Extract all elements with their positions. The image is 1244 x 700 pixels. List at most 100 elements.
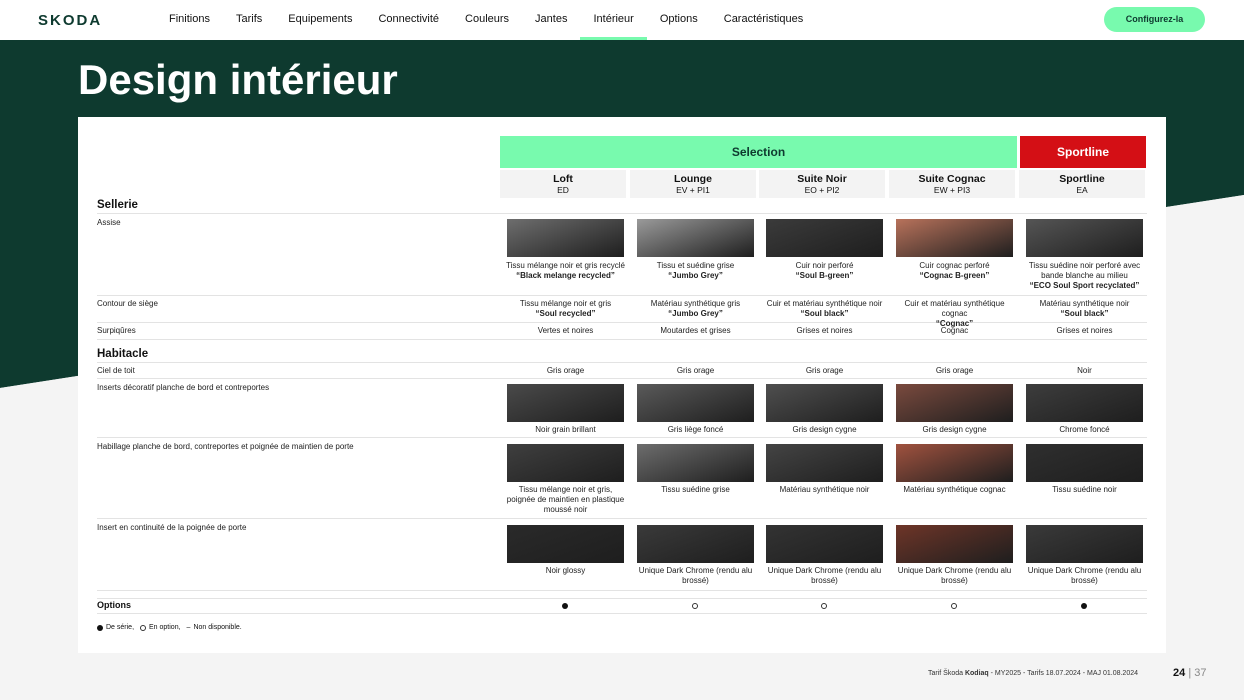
swatch-insert_poignee-image <box>1026 525 1143 563</box>
swatch-assise-image <box>766 219 883 257</box>
cell-contour: Tissu mélange noir et gris “Soul recycled… <box>505 299 626 319</box>
top-navigation-bar: SKODA Finitions Tarifs Equipements Connecti… <box>0 0 1244 40</box>
column-header: Suite Cognac EW + PI3 <box>889 170 1015 198</box>
cell-bold-text: “Jumbo Grey” <box>668 271 723 280</box>
column-header: Suite Noir EO + PI2 <box>759 170 885 198</box>
cell-surpiqures: Moutardes et grises <box>660 326 731 335</box>
nav-item[interactable]: Caractéristiques <box>711 0 816 40</box>
footer-prefix: Tarif Škoda <box>928 670 965 677</box>
column-name: Loft <box>553 173 573 185</box>
swatch-assise-image <box>896 219 1013 257</box>
cell-assise: Cuir cognac perforé “Cognac B-green” <box>894 261 1015 281</box>
row-label-contour: Contour de siège <box>97 299 158 308</box>
option-dot-icon <box>140 624 147 631</box>
standard-dot-icon <box>1081 603 1087 609</box>
cell-assise: Tissu suédine noir perforé avec bande bl… <box>1024 261 1145 291</box>
cell-surpiqures: Grises et noires <box>1056 326 1113 335</box>
cell-insert_poignee: Unique Dark Chrome (rendu alu brossé) <box>767 566 882 585</box>
cell-text: Cuir et matériau synthétique cognac <box>904 299 1005 318</box>
cell-insert_poignee: Unique Dark Chrome (rendu alu brossé) <box>1027 566 1142 585</box>
swatch-assise-image <box>507 219 624 257</box>
swatch-habillage-image <box>1026 444 1143 482</box>
row-divider <box>97 598 1147 599</box>
row-label-surpiqures: Surpiqûres <box>97 326 136 335</box>
nav-item[interactable]: Finitions <box>156 0 223 40</box>
cell-habillage: Matériau synthétique noir <box>779 485 870 494</box>
swatch-inserts-image <box>1026 384 1143 422</box>
nav-item[interactable]: Equipements <box>275 0 365 40</box>
legend-unavailable: Non disponible. <box>193 624 242 631</box>
row-label-insert_poignee: Insert en continuité de la poignée de po… <box>97 523 247 532</box>
nav-item[interactable]: Couleurs <box>452 0 522 40</box>
cell-inserts: Gris liège foncé <box>667 425 724 434</box>
swatch-assise-image <box>637 219 754 257</box>
swatch-inserts-image <box>766 384 883 422</box>
section-sellerie: Sellerie <box>97 199 138 211</box>
configure-button[interactable]: Configurez-la <box>1104 7 1205 32</box>
row-label-inserts: Inserts décoratif planche de bord et con… <box>97 383 270 392</box>
column-code: EA <box>1076 185 1088 195</box>
cell-ciel: Gris orage <box>676 366 715 375</box>
row-divider <box>97 362 1147 363</box>
cell-text: Cuir cognac perforé <box>919 261 990 270</box>
row-divider <box>97 613 1147 614</box>
selection-band: Selection <box>500 136 1017 168</box>
row-label-habillage: Habillage planche de bord, contreportes … <box>97 442 354 451</box>
cell-contour: Matériau synthétique noir “Soul black” <box>1024 299 1145 319</box>
cell-bold-text: “Soul B-green” <box>795 271 854 280</box>
row-label-ciel: Ciel de toit <box>97 366 135 375</box>
cell-assise: Tissu et suédine grise “Jumbo Grey” <box>635 261 756 281</box>
cell-surpiqures: Vertes et noires <box>537 326 594 335</box>
skoda-logo[interactable]: SKODA <box>38 12 102 29</box>
cell-bold-text: “Black melange recycled” <box>516 271 615 280</box>
swatch-insert_poignee-image <box>896 525 1013 563</box>
nav-item[interactable]: Connectivité <box>365 0 452 40</box>
nav-item[interactable]: Options <box>647 0 711 40</box>
cell-assise: Tissu mélange noir et gris recyclé “Black… <box>505 261 626 281</box>
cell-bold-text: “ECO Soul Sport recyclated” <box>1029 281 1140 290</box>
footer-text: Tarif Škoda Kodiaq - MY2025 - Tarifs 18.… <box>928 670 1138 677</box>
cell-insert_poignee: Unique Dark Chrome (rendu alu brossé) <box>897 566 1012 585</box>
cell-inserts: Chrome foncé <box>1059 425 1110 434</box>
nav-item[interactable]: Jantes <box>522 0 580 40</box>
cell-text: Matériau synthétique noir <box>1039 299 1130 308</box>
column-code: EW + PI3 <box>933 185 971 195</box>
legend-standard: De série, <box>106 624 135 631</box>
column-header: Lounge EV + PI1 <box>630 170 756 198</box>
cell-ciel: Gris orage <box>546 366 585 375</box>
cell-insert_poignee: Unique Dark Chrome (rendu alu brossé) <box>638 566 753 585</box>
cell-bold-text: “Soul recycled” <box>535 309 596 318</box>
cell-surpiqures: Grises et noires <box>796 326 853 335</box>
nav-item[interactable]: Intérieur <box>580 0 647 40</box>
row-divider <box>97 213 1147 214</box>
sportline-band: Sportline <box>1020 136 1146 168</box>
cell-bold-text: “Jumbo Grey” <box>668 309 723 318</box>
row-divider <box>97 590 1147 591</box>
legend: De série, En option, – Non disponible. <box>97 624 242 631</box>
cell-habillage: Matériau synthétique cognac <box>903 485 1006 494</box>
column-header: Sportline EA <box>1019 170 1145 198</box>
cell-ciel: Gris orage <box>935 366 974 375</box>
swatch-inserts-image <box>896 384 1013 422</box>
row-label-assise: Assise <box>97 218 121 227</box>
row-divider <box>97 437 1147 438</box>
option-dot-icon <box>821 603 827 609</box>
section-options: Options <box>97 600 131 610</box>
standard-dot-icon <box>562 603 568 609</box>
cell-assise: Cuir noir perforé “Soul B-green” <box>764 261 885 281</box>
cell-surpiqures: Cognac <box>940 326 969 335</box>
swatch-assise-image <box>1026 219 1143 257</box>
footer-suffix: - MY2025 - Tarifs 18.07.2024 - MAJ 01.08… <box>988 670 1138 677</box>
cell-contour: Matériau synthétique gris “Jumbo Grey” <box>635 299 756 319</box>
cell-contour: Cuir et matériau synthétique noir “Soul b… <box>764 299 885 319</box>
column-code: ED <box>557 185 569 195</box>
cell-text: Tissu suédine noir perforé avec bande bl… <box>1028 261 1141 280</box>
cell-ciel: Gris orage <box>805 366 844 375</box>
page-title: Design intérieur <box>78 56 398 103</box>
cell-insert_poignee: Noir glossy <box>545 566 586 575</box>
page-current: 24 <box>1173 667 1186 679</box>
swatch-inserts-image <box>507 384 624 422</box>
nav-item[interactable]: Tarifs <box>223 0 275 40</box>
cell-bold-text: “Soul black” <box>1060 309 1109 318</box>
swatch-habillage-image <box>766 444 883 482</box>
